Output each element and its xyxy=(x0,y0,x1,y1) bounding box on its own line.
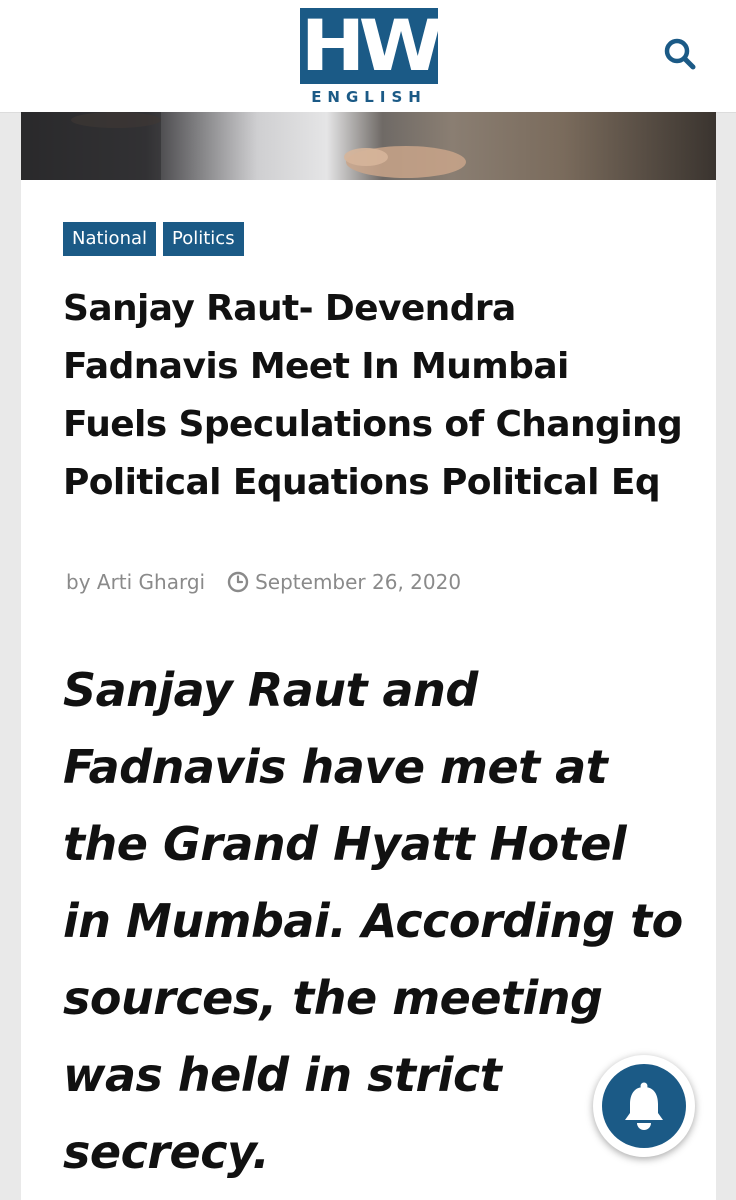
site-logo[interactable]: HW ENGLISH xyxy=(298,5,444,106)
notification-bell-button[interactable] xyxy=(593,1055,695,1157)
article-title: Sanjay Raut- Devendra Fadnavis Meet In M… xyxy=(63,288,683,503)
hero-image xyxy=(21,112,716,180)
logo-letters: HW xyxy=(300,5,444,87)
top-header: HW ENGLISH xyxy=(0,0,736,113)
logo-mark: HW xyxy=(300,5,444,87)
tag-national[interactable]: National xyxy=(63,222,157,256)
article-lede: Sanjay Raut and Fadnavis have met at the… xyxy=(63,663,683,1179)
tag-politics[interactable]: Politics xyxy=(163,222,244,256)
logo-subtitle: ENGLISH xyxy=(311,88,427,106)
bell-button-circle xyxy=(602,1064,686,1148)
article-meta: by Arti Ghargi September 26, 2020 xyxy=(66,570,461,594)
article-card: National Politics Sanjay Raut- Devendra … xyxy=(21,180,716,1200)
author-byline[interactable]: by Arti Ghargi xyxy=(66,570,205,594)
bell-icon xyxy=(620,1080,668,1132)
search-icon[interactable] xyxy=(662,36,698,72)
category-tags: National Politics xyxy=(63,222,244,256)
clock-icon xyxy=(227,571,249,593)
publish-date: September 26, 2020 xyxy=(255,570,462,594)
